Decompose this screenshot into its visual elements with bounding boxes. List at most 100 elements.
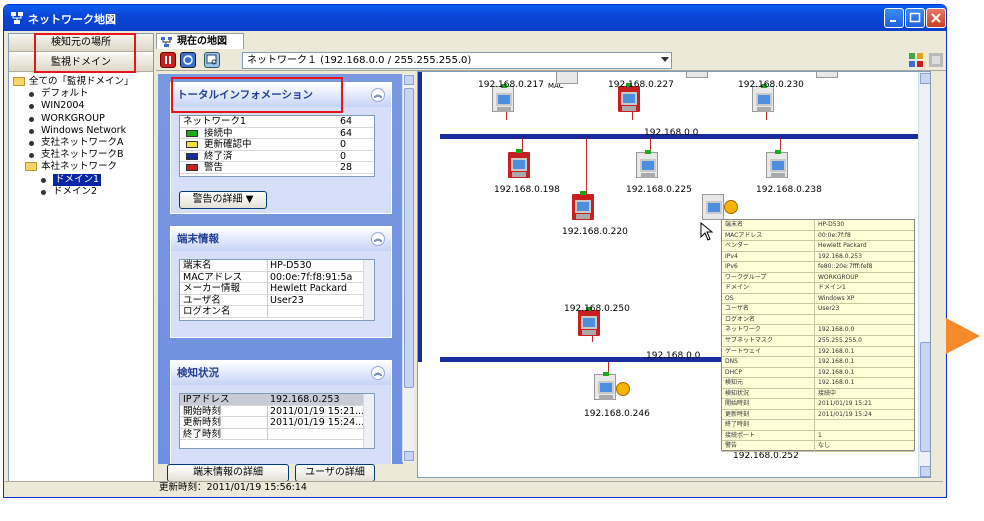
orange-arrow-icon bbox=[946, 318, 980, 354]
computer-node-icon[interactable] bbox=[816, 72, 838, 78]
map-scrollbar[interactable] bbox=[918, 72, 930, 477]
keyboard bbox=[641, 173, 655, 178]
connection-wire bbox=[586, 138, 587, 196]
scroll-up-button[interactable] bbox=[920, 73, 930, 84]
table-row[interactable]: 開始時刻 2011/01/19 15:21... bbox=[180, 405, 374, 417]
computer-node-icon[interactable] bbox=[594, 372, 616, 400]
tooltip-divider bbox=[814, 293, 815, 304]
tree-item-label: WIN2004 bbox=[41, 100, 85, 112]
folder-icon bbox=[13, 77, 25, 86]
status-led bbox=[516, 149, 522, 153]
collapse-icon[interactable]: ︽ bbox=[371, 88, 385, 102]
table-row[interactable]: 終了時刻 bbox=[180, 428, 374, 440]
tree-item[interactable]: 支社ネットワークB bbox=[13, 149, 153, 161]
table-row[interactable]: 警告 28 bbox=[180, 162, 374, 174]
tooltip-divider bbox=[814, 388, 815, 399]
warning-detail-button[interactable]: 警告の詳細 ▼ bbox=[179, 191, 267, 209]
keyboard bbox=[622, 106, 636, 111]
table-row[interactable]: メーカー情報 Hewlett Packard bbox=[180, 283, 374, 295]
table-row[interactable]: 更新時刻 2011/01/19 15:24... bbox=[180, 417, 374, 429]
tooltip-value: Windows XP bbox=[818, 294, 855, 302]
tree-item[interactable]: ドメイン1 bbox=[13, 173, 153, 186]
tooltip-value: 192.168.0.1 bbox=[818, 358, 855, 366]
network-select[interactable]: ネットワーク１ (192.168.0.0 / 255.255.255.0) bbox=[242, 52, 672, 69]
tree-item[interactable]: 支社ネットワークA bbox=[13, 137, 153, 149]
table-row[interactable]: 終了済 0 bbox=[180, 151, 374, 162]
table-row[interactable]: ログオン名 bbox=[180, 306, 374, 318]
status-bar: 更新時刻：2011/01/19 15:56:14 bbox=[5, 481, 943, 494]
table-row[interactable]: ネットワーク1 64 bbox=[180, 116, 374, 128]
tooltip-divider bbox=[814, 283, 815, 294]
tree-item[interactable]: 全ての「監視ドメイン」 bbox=[13, 76, 153, 88]
computer-node-icon[interactable] bbox=[636, 150, 658, 178]
tooltip-row: 終了時刻 bbox=[722, 420, 914, 431]
terminal-detail-button[interactable]: 端末情報の詳細 bbox=[167, 464, 289, 482]
table-row[interactable]: 更新確認中 0 bbox=[180, 139, 374, 151]
tree-item[interactable]: WORKGROUP bbox=[13, 113, 153, 125]
keyboard bbox=[497, 107, 511, 112]
scroll-down-button[interactable] bbox=[404, 451, 414, 461]
table-scrollbar[interactable] bbox=[363, 260, 374, 320]
screen bbox=[621, 92, 637, 105]
tree-item[interactable]: 本社ネットワーク bbox=[13, 161, 153, 173]
collapse-icon[interactable]: ︽ bbox=[371, 366, 385, 380]
tooltip-row: OS Windows XP bbox=[722, 293, 914, 305]
terminal-info-header[interactable]: 端末情報 ︽ bbox=[171, 227, 391, 251]
tree-item[interactable]: デフォルト bbox=[13, 88, 153, 100]
tooltip-value: User23 bbox=[818, 305, 840, 313]
user-detail-button[interactable]: ユーザの詳細 bbox=[295, 464, 375, 482]
selected-computer-node-icon[interactable] bbox=[702, 194, 724, 220]
table-row[interactable]: ユーザ名 User23 bbox=[180, 294, 374, 306]
tooltip-value: 192.168.0.0 bbox=[818, 326, 855, 334]
pause-button[interactable] bbox=[160, 52, 176, 68]
table-row[interactable]: IPアドレス 192.168.0.253 bbox=[180, 394, 374, 406]
subnet-label: 192.168.0.0 bbox=[646, 351, 701, 361]
tree-item[interactable]: ドメイン2 bbox=[13, 186, 153, 198]
tooltip-key: 検知元 bbox=[725, 379, 744, 387]
tooltip-row: IPv6 fe80::20e:7fff:fef8 bbox=[722, 262, 914, 273]
computer-node-icon[interactable] bbox=[556, 72, 578, 84]
tooltip-key: IPv6 bbox=[725, 263, 738, 271]
minimize-button[interactable] bbox=[884, 8, 904, 28]
tooltip-row: MACアドレス 00:0e:7f:f8 bbox=[722, 230, 914, 242]
export-icon[interactable] bbox=[928, 52, 944, 68]
scroll-thumb[interactable] bbox=[920, 342, 930, 452]
row-label: 更新時刻 bbox=[183, 417, 222, 428]
computer-node-icon[interactable] bbox=[572, 191, 594, 220]
close-button[interactable] bbox=[926, 8, 946, 28]
search-node-button[interactable] bbox=[204, 52, 220, 68]
table-row[interactable]: 端末名 HP-D530 bbox=[180, 260, 374, 272]
tooltip-divider bbox=[814, 262, 815, 273]
column-divider bbox=[267, 394, 268, 405]
tooltip-row: 検知元 192.168.0.1 bbox=[722, 378, 914, 389]
maximize-button[interactable] bbox=[905, 8, 925, 28]
tree-item[interactable]: WIN2004 bbox=[13, 100, 153, 112]
row-label: ネットワーク1 bbox=[183, 116, 247, 127]
network-map-canvas[interactable]: 192.168.0.0 192.168.0.0 MAC 192.168.0.21… bbox=[417, 71, 931, 478]
computer-node-icon[interactable] bbox=[766, 150, 788, 178]
table-row[interactable]: MACアドレス 00:0e:7f:f8:91:5a bbox=[180, 271, 374, 283]
tab-current-map[interactable]: 現在の地図 bbox=[156, 33, 244, 49]
computer-node-icon[interactable] bbox=[508, 149, 530, 178]
layout-icon[interactable] bbox=[908, 52, 924, 68]
tooltip-row: 警告 なし bbox=[722, 441, 914, 453]
panel-scrollbar[interactable] bbox=[402, 74, 414, 462]
collapse-icon[interactable]: ︽ bbox=[371, 232, 385, 246]
scroll-up-button[interactable] bbox=[404, 75, 414, 85]
tooltip-row: ネットワーク 192.168.0.0 bbox=[722, 325, 914, 337]
refresh-button[interactable] bbox=[180, 52, 196, 68]
row-value: 2011/01/19 15:24... bbox=[270, 417, 365, 428]
tooltip-row: サブネットマスク 255.255.255.0 bbox=[722, 336, 914, 347]
scroll-thumb[interactable] bbox=[404, 88, 414, 388]
node-ip-label: 192.168.0.225 bbox=[626, 185, 692, 195]
detection-status-header[interactable]: 検知状況 ︽ bbox=[171, 361, 391, 385]
column-divider bbox=[267, 417, 268, 428]
tooltip-value: WORKGROUP bbox=[818, 273, 859, 281]
table-scrollbar[interactable] bbox=[363, 394, 374, 448]
computer-node-icon[interactable] bbox=[686, 72, 708, 78]
keyboard bbox=[512, 172, 526, 177]
table-row[interactable]: 接続中 64 bbox=[180, 128, 374, 139]
tooltip-divider bbox=[814, 357, 815, 368]
tree-item[interactable]: Windows Network bbox=[13, 125, 153, 137]
scroll-down-button[interactable] bbox=[920, 466, 930, 477]
